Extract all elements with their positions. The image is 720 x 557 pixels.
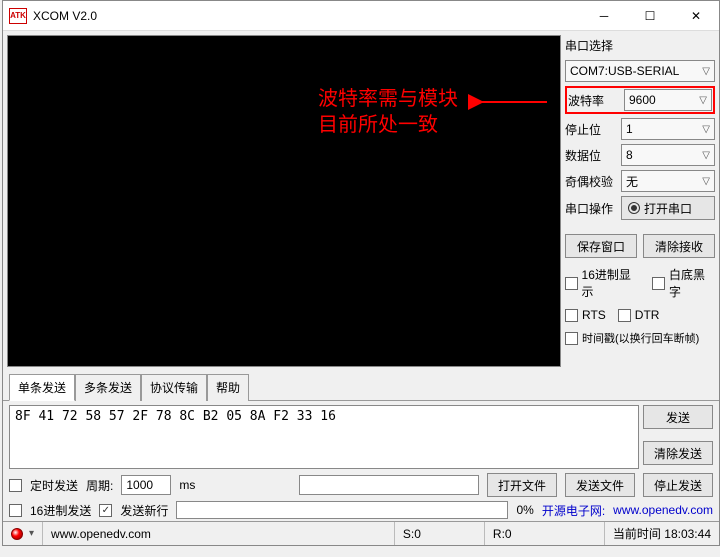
rts-checkbox[interactable] bbox=[565, 309, 578, 322]
save-window-button[interactable]: 保存窗口 bbox=[565, 234, 637, 258]
hex-send-label: 16进制发送 bbox=[30, 502, 91, 519]
baud-value: 9600 bbox=[629, 93, 656, 107]
chevron-down-icon: ▽ bbox=[702, 150, 710, 161]
send-tabs: 单条发送 多条发送 协议传输 帮助 bbox=[3, 373, 719, 401]
port-select[interactable]: COM7:USB-SERIAL ▽ bbox=[565, 60, 715, 82]
status-dot-icon bbox=[11, 528, 23, 540]
progress-bar bbox=[176, 501, 508, 519]
titlebar: ATK XCOM V2.0 ─ ☐ ✕ bbox=[3, 1, 719, 31]
status-recv: R:0 bbox=[485, 522, 605, 545]
chevron-down-icon: ▽ bbox=[702, 124, 710, 135]
white-bg-checkbox[interactable] bbox=[652, 277, 665, 290]
hex-display-label: 16进制显示 bbox=[582, 266, 641, 300]
timed-send-checkbox[interactable] bbox=[9, 479, 22, 492]
status-url[interactable]: www.openedv.com bbox=[43, 522, 395, 545]
dtr-label: DTR bbox=[635, 308, 660, 322]
send-file-button[interactable]: 发送文件 bbox=[565, 473, 635, 497]
arrow-annotation bbox=[292, 88, 552, 118]
tab-single-send[interactable]: 单条发送 bbox=[9, 374, 75, 401]
side-panel: 串口选择 COM7:USB-SERIAL ▽ 波特率 9600 ▽ 停止位 1 … bbox=[565, 35, 715, 367]
stop-bits-label: 停止位 bbox=[565, 121, 617, 138]
data-bits-select[interactable]: 8 ▽ bbox=[621, 144, 715, 166]
open-port-button[interactable]: 打开串口 bbox=[621, 196, 715, 220]
period-unit: ms bbox=[179, 478, 195, 492]
tab-protocol[interactable]: 协议传输 bbox=[141, 374, 207, 401]
clear-send-button[interactable]: 清除发送 bbox=[643, 441, 713, 465]
timestamp-checkbox[interactable] bbox=[565, 332, 578, 345]
parity-label: 奇偶校验 bbox=[565, 173, 617, 190]
send-button[interactable]: 发送 bbox=[643, 405, 713, 429]
chevron-down-icon: ▽ bbox=[699, 95, 707, 106]
close-button[interactable]: ✕ bbox=[673, 1, 719, 31]
window-title: XCOM V2.0 bbox=[33, 9, 581, 23]
status-sent: S:0 bbox=[395, 522, 485, 545]
baud-label: 波特率 bbox=[568, 92, 620, 109]
app-icon: ATK bbox=[9, 8, 27, 24]
clear-recv-button[interactable]: 清除接收 bbox=[643, 234, 715, 258]
rts-label: RTS bbox=[582, 308, 606, 322]
serial-output-area: 波特率需与模块 目前所处一致 bbox=[7, 35, 561, 367]
maximize-button[interactable]: ☐ bbox=[627, 1, 673, 31]
open-file-button[interactable]: 打开文件 bbox=[487, 473, 557, 497]
chevron-down-icon: ▽ bbox=[702, 176, 710, 187]
stop-bits-select[interactable]: 1 ▽ bbox=[621, 118, 715, 140]
send-newline-checkbox[interactable]: ✓ bbox=[99, 504, 112, 517]
time-label: 当前时间 bbox=[613, 525, 661, 542]
parity-select[interactable]: 无 ▽ bbox=[621, 170, 715, 192]
timed-send-label: 定时发送 bbox=[30, 477, 78, 494]
chevron-down-icon[interactable]: ▾ bbox=[29, 528, 34, 539]
file-path-input[interactable] bbox=[299, 475, 479, 495]
dtr-checkbox[interactable] bbox=[618, 309, 631, 322]
baud-select[interactable]: 9600 ▽ bbox=[624, 89, 712, 111]
hex-display-checkbox[interactable] bbox=[565, 277, 578, 290]
serial-op-label: 串口操作 bbox=[565, 200, 617, 217]
site-link[interactable]: www.openedv.com bbox=[613, 503, 713, 517]
tab-help[interactable]: 帮助 bbox=[207, 374, 249, 401]
radio-icon bbox=[628, 202, 640, 214]
chevron-down-icon: ▽ bbox=[702, 66, 710, 77]
stop-send-button[interactable]: 停止发送 bbox=[643, 473, 713, 497]
site-label: 开源电子网: bbox=[542, 502, 605, 519]
period-input[interactable] bbox=[121, 475, 171, 495]
time-value: 18:03:44 bbox=[664, 527, 711, 541]
timestamp-label: 时间戳(以换行回车断帧) bbox=[582, 330, 699, 346]
data-bits-value: 8 bbox=[626, 148, 633, 162]
send-textarea[interactable]: 8F 41 72 58 57 2F 78 8C B2 05 8A F2 33 1… bbox=[9, 405, 639, 469]
open-port-label: 打开串口 bbox=[644, 200, 692, 217]
white-bg-label: 白底黑字 bbox=[669, 266, 715, 300]
hex-send-checkbox[interactable] bbox=[9, 504, 22, 517]
parity-value: 无 bbox=[626, 173, 638, 190]
minimize-button[interactable]: ─ bbox=[581, 1, 627, 31]
tab-multi-send[interactable]: 多条发送 bbox=[75, 374, 141, 401]
data-bits-label: 数据位 bbox=[565, 147, 617, 164]
port-select-value: COM7:USB-SERIAL bbox=[570, 64, 679, 78]
period-label: 周期: bbox=[86, 477, 113, 494]
status-bar: ▾ www.openedv.com S:0 R:0 当前时间 18:03:44 bbox=[3, 521, 719, 545]
stop-bits-value: 1 bbox=[626, 122, 633, 136]
progress-value: 0% bbox=[516, 503, 533, 517]
send-newline-label: 发送新行 bbox=[120, 502, 168, 519]
port-select-label: 串口选择 bbox=[565, 37, 715, 54]
